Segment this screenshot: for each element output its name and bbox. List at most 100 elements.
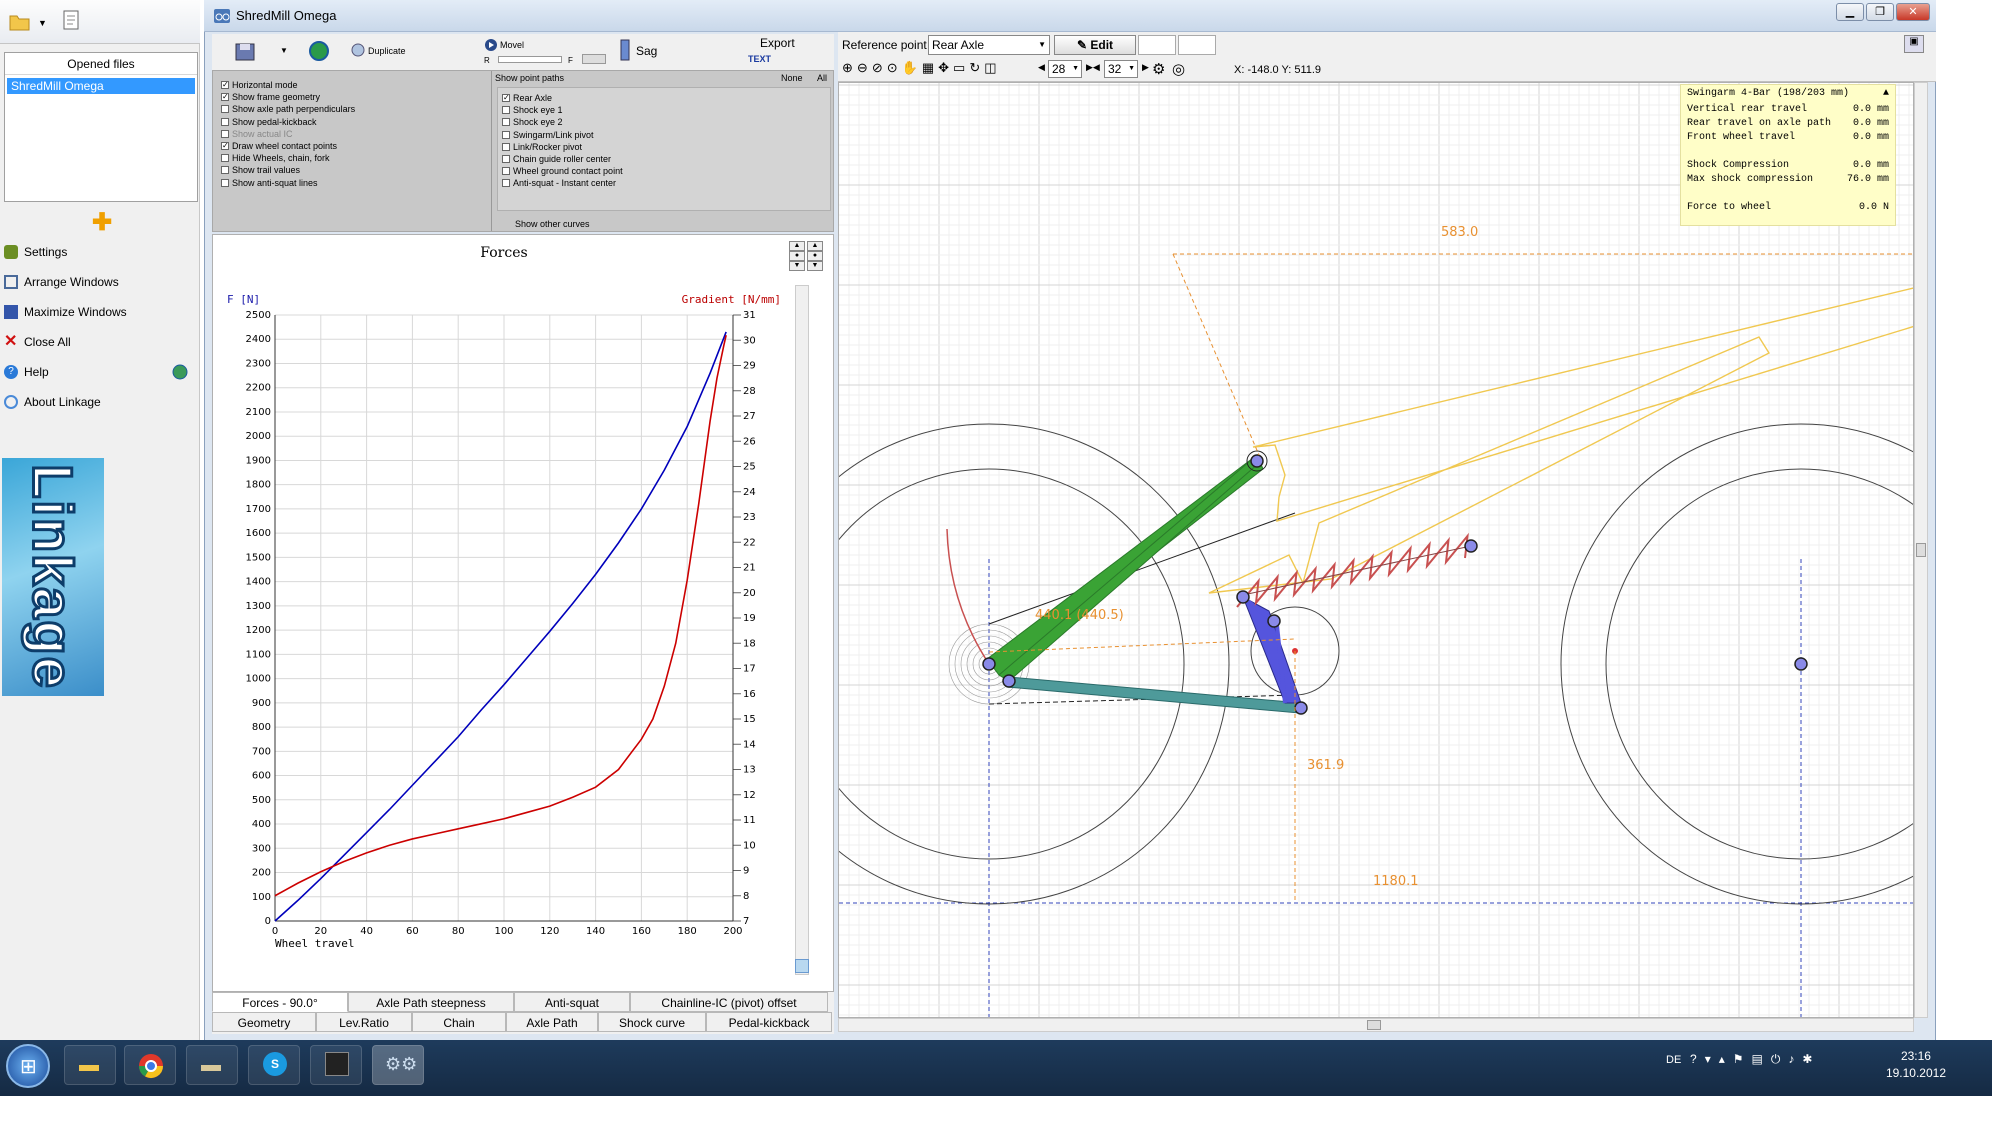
dropdown-arrow-icon[interactable]: ▼: [38, 18, 47, 28]
collapse-icon[interactable]: ▲: [1883, 85, 1889, 103]
zoom-out-icon[interactable]: ⊖: [857, 60, 868, 76]
chevron-down-icon[interactable]: ▼: [807, 261, 823, 271]
front-chainring-select[interactable]: 28 ▼: [1048, 60, 1082, 78]
chevron-down-icon[interactable]: ▾: [1705, 1052, 1711, 1067]
export-text-button[interactable]: TEXT: [748, 54, 771, 64]
step-spinner[interactable]: [582, 54, 606, 64]
dropdown-arrow-icon[interactable]: ▼: [280, 46, 288, 55]
save-icon[interactable]: [234, 40, 258, 62]
view-tab-0[interactable]: Geometry: [212, 1012, 316, 1032]
option-checkbox[interactable]: ✓ Show frame geometry: [221, 91, 320, 103]
duplicate-icon[interactable]: [350, 42, 366, 58]
globe-icon[interactable]: [308, 40, 330, 62]
checkbox[interactable]: [502, 118, 510, 127]
network-icon[interactable]: ▤: [1752, 1052, 1763, 1067]
checkbox[interactable]: ✓: [221, 142, 229, 150]
checkbox[interactable]: [221, 178, 229, 187]
gear-icon[interactable]: ⚙: [1152, 60, 1165, 78]
scroll-thumb[interactable]: [1916, 543, 1926, 557]
tab-0[interactable]: Forces - 90.0°: [212, 992, 348, 1012]
menu-maximize-windows[interactable]: Maximize Windows: [4, 301, 127, 323]
view-tab-2[interactable]: Chain: [412, 1012, 506, 1032]
file-item[interactable]: ShredMill Omega: [7, 78, 195, 94]
vertical-scrollbar-right[interactable]: [1914, 82, 1928, 1018]
option-checkbox[interactable]: Wheel ground contact point: [502, 165, 623, 177]
bluetooth-icon[interactable]: ✱: [1802, 1052, 1812, 1067]
layer-icon[interactable]: ◫: [984, 60, 996, 76]
option-checkbox[interactable]: Show pedal-kickback: [221, 116, 317, 128]
duplicate-label[interactable]: Duplicate: [368, 46, 406, 56]
tab-2[interactable]: Anti-squat: [514, 992, 630, 1012]
zoom-fit-icon[interactable]: ⊙: [887, 60, 898, 76]
close-window-button[interactable]: ✕: [1896, 3, 1930, 21]
chevron-up-icon[interactable]: ▲: [789, 241, 805, 251]
add-file-icon[interactable]: ✚: [92, 208, 112, 237]
language-indicator[interactable]: DE: [1666, 1054, 1681, 1066]
scroll-thumb[interactable]: [1367, 1020, 1381, 1030]
play-icon[interactable]: [484, 38, 498, 52]
horizontal-scrollbar[interactable]: [838, 1018, 1914, 1032]
view-options-button[interactable]: ▣: [1904, 35, 1924, 53]
position-slider[interactable]: [498, 56, 562, 63]
checkbox[interactable]: [221, 129, 229, 138]
option-checkbox[interactable]: ✓ Rear Axle: [502, 92, 552, 104]
clock[interactable]: 23:16 19.10.2012: [1886, 1048, 1946, 1082]
view-tab-3[interactable]: Axle Path: [506, 1012, 598, 1032]
reference-point-select[interactable]: Rear Axle ▼: [928, 35, 1050, 55]
chart-scroll-buttons[interactable]: ▲ ● ▼: [789, 241, 805, 281]
sag-label[interactable]: Sag: [636, 44, 657, 58]
view-tab-5[interactable]: Pedal-kickback: [706, 1012, 832, 1032]
scroll-thumb[interactable]: [795, 959, 809, 973]
rear-cog-select[interactable]: 32 ▼: [1104, 60, 1138, 78]
restore-button[interactable]: ❐: [1866, 3, 1894, 21]
media-taskbar-button[interactable]: [310, 1045, 362, 1085]
option-checkbox[interactable]: Anti-squat - Instant center: [502, 177, 616, 189]
ruler-icon[interactable]: ▭: [953, 60, 965, 76]
chart-scroll-buttons-2[interactable]: ▲ ● ▼: [807, 241, 823, 281]
zoom-in-icon[interactable]: ⊕: [842, 60, 853, 76]
checkbox[interactable]: [502, 130, 510, 139]
chrome-taskbar-button[interactable]: [124, 1045, 176, 1085]
option-checkbox[interactable]: Show anti-squat lines: [221, 177, 318, 189]
checkbox[interactable]: [221, 105, 229, 114]
option-checkbox[interactable]: Hide Wheels, chain, fork: [221, 152, 330, 164]
menu-arrange-windows[interactable]: Arrange Windows: [4, 271, 119, 293]
view-tab-1[interactable]: Lev.Ratio: [316, 1012, 412, 1032]
show-other-curves[interactable]: Show other curves: [515, 219, 590, 229]
volume-icon[interactable]: ♪: [1788, 1052, 1794, 1067]
blank-button[interactable]: [1138, 35, 1176, 55]
explorer-taskbar-button[interactable]: ▬: [64, 1045, 116, 1085]
linkage-taskbar-button[interactable]: ⚙⚙: [372, 1045, 424, 1085]
checkbox[interactable]: ✓: [221, 81, 229, 89]
menu-help[interactable]: ? Help: [4, 361, 49, 383]
flag-icon[interactable]: ⚑: [1733, 1052, 1744, 1067]
checkbox[interactable]: ✓: [502, 94, 510, 102]
files-taskbar-button[interactable]: ▬: [186, 1045, 238, 1085]
open-folder-icon[interactable]: [8, 10, 32, 32]
export-label[interactable]: Export: [760, 36, 795, 50]
checkbox[interactable]: [502, 179, 510, 188]
pan-hand-icon[interactable]: ✋: [902, 60, 918, 76]
option-checkbox[interactable]: Swingarm/Link pivot: [502, 129, 594, 141]
menu-about[interactable]: About Linkage: [4, 391, 101, 413]
shock-icon[interactable]: [618, 38, 632, 62]
prev-icon[interactable]: ◀: [1038, 62, 1045, 73]
none-button[interactable]: None: [781, 73, 803, 83]
checkbox[interactable]: [221, 154, 229, 163]
grid-icon[interactable]: ▦: [922, 60, 934, 76]
edit-button[interactable]: ✎ Edit: [1054, 35, 1136, 55]
option-checkbox[interactable]: Show axle path perpendiculars: [221, 103, 355, 115]
move-icon[interactable]: ✥: [938, 60, 949, 76]
menu-settings[interactable]: Settings: [4, 241, 67, 263]
checkbox[interactable]: [221, 166, 229, 175]
compass-icon[interactable]: ◎: [1172, 60, 1185, 78]
option-checkbox[interactable]: Show actual IC: [221, 128, 293, 140]
next-icon[interactable]: ▶◀: [1086, 62, 1100, 73]
dot-icon[interactable]: ●: [807, 251, 823, 261]
option-checkbox[interactable]: Link/Rocker pivot: [502, 141, 582, 153]
zoom-window-icon[interactable]: ⊘: [872, 60, 883, 76]
checkbox[interactable]: [502, 167, 510, 176]
all-button[interactable]: All: [817, 73, 827, 83]
option-checkbox[interactable]: Shock eye 1: [502, 104, 563, 116]
skype-taskbar-button[interactable]: S: [248, 1045, 300, 1085]
